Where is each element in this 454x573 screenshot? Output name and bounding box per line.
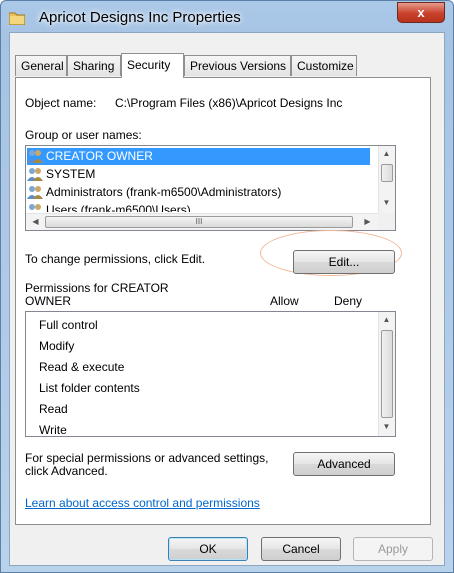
users-icon	[27, 186, 43, 199]
tab-general[interactable]: General	[15, 55, 67, 76]
properties-window: Apricot Designs Inc Properties x General…	[0, 0, 454, 573]
scroll-grip: III	[195, 217, 203, 226]
permission-row: Read	[39, 401, 68, 418]
button-label: Apply	[377, 542, 409, 556]
scroll-thumb[interactable]	[381, 330, 393, 418]
special-permissions-text: For special permissions or advanced sett…	[25, 451, 269, 465]
button-label: Advanced	[317, 457, 371, 471]
object-name-label: Object name:	[25, 96, 97, 110]
scroll-left-icon[interactable]: ◀	[28, 217, 43, 226]
permission-name: Write	[39, 423, 67, 437]
permission-name: Modify	[39, 339, 75, 353]
permission-name: Read	[39, 402, 68, 416]
deny-column-header: Deny	[334, 294, 363, 308]
tab-label: Customize	[297, 59, 354, 73]
close-icon: x	[417, 5, 425, 20]
permission-row: Write	[39, 422, 67, 437]
tab-label: Sharing	[73, 59, 115, 73]
user-name: CREATOR OWNER	[46, 149, 153, 163]
tab-label: General	[21, 59, 64, 73]
users-icon	[27, 168, 43, 181]
permission-row: List folder contents	[39, 380, 140, 397]
special-permissions-text-2: click Advanced.	[25, 464, 108, 478]
tab-label: Previous Versions	[190, 59, 287, 73]
list-item[interactable]: CREATOR OWNER	[27, 148, 370, 165]
permission-row: Read & execute	[39, 359, 124, 376]
permissions-vscrollbar[interactable]: ▲ ▼	[378, 312, 395, 436]
ok-button[interactable]: OK	[168, 537, 248, 561]
allow-column-header: Allow	[270, 294, 299, 308]
user-list-hscrollbar[interactable]: ◀ III ▶	[26, 213, 378, 230]
apply-button[interactable]: Apply	[353, 537, 433, 561]
scroll-thumb[interactable]	[381, 164, 393, 182]
users-icon	[27, 150, 43, 163]
tab-customize[interactable]: Customize	[291, 55, 357, 76]
user-list[interactable]: CREATOR OWNER SYSTEM Administrators (fra…	[25, 145, 396, 231]
learn-permissions-link[interactable]: Learn about access control and permissio…	[25, 496, 260, 510]
scroll-thumb[interactable]: III	[45, 216, 353, 228]
user-name: Administrators (frank-m6500\Administrato…	[46, 185, 282, 199]
permission-row: Modify	[39, 338, 74, 355]
scroll-down-icon[interactable]: ▼	[379, 422, 394, 431]
scroll-down-icon[interactable]: ▼	[379, 198, 394, 207]
window-title: Apricot Designs Inc Properties	[39, 9, 241, 26]
edit-button[interactable]: Edit...	[293, 250, 395, 274]
scroll-corner	[378, 213, 395, 230]
object-name-value: C:\Program Files (x86)\Apricot Designs I…	[115, 96, 343, 110]
permission-row: Full control	[39, 317, 98, 334]
dialog-client: General Sharing Security Previous Versio…	[9, 32, 445, 566]
tab-security[interactable]: Security	[121, 53, 184, 78]
permissions-for-label-2: OWNER	[25, 294, 71, 308]
permissions-list[interactable]: Full control Modify Read & execute List …	[25, 311, 396, 437]
folder-icon	[9, 12, 25, 25]
permissions-for-label: Permissions for CREATOR	[25, 281, 169, 295]
button-label: OK	[199, 542, 217, 556]
security-panel: Object name: C:\Program Files (x86)\Apri…	[15, 77, 431, 525]
permission-name: Read & execute	[39, 360, 125, 374]
scroll-up-icon[interactable]: ▲	[379, 149, 394, 158]
user-list-vscrollbar[interactable]: ▲ ▼	[378, 146, 395, 213]
button-label: Edit...	[328, 255, 360, 269]
list-item[interactable]: Users (frank-m6500\Users)	[27, 202, 370, 212]
list-item[interactable]: Administrators (frank-m6500\Administrato…	[27, 184, 370, 201]
list-item[interactable]: SYSTEM	[27, 166, 370, 183]
advanced-button[interactable]: Advanced	[293, 452, 395, 476]
tab-label: Security	[127, 58, 171, 72]
close-button[interactable]: x	[397, 2, 445, 23]
users-icon	[29, 204, 41, 210]
change-permissions-text: To change permissions, click Edit.	[25, 252, 206, 266]
permission-name: Full control	[39, 318, 98, 332]
tab-previous-versions[interactable]: Previous Versions	[184, 55, 291, 76]
title-bar[interactable]: Apricot Designs Inc Properties x	[1, 1, 453, 33]
scroll-right-icon[interactable]: ▶	[360, 217, 375, 226]
scroll-up-icon[interactable]: ▲	[379, 315, 394, 324]
tab-sharing[interactable]: Sharing	[67, 55, 121, 76]
cancel-button[interactable]: Cancel	[261, 537, 341, 561]
group-names-label: Group or user names:	[25, 128, 142, 142]
user-name: SYSTEM	[46, 167, 96, 181]
user-name: Users (frank-m6500\Users)	[46, 203, 191, 212]
button-label: Cancel	[282, 542, 320, 556]
permission-name: List folder contents	[39, 381, 140, 395]
